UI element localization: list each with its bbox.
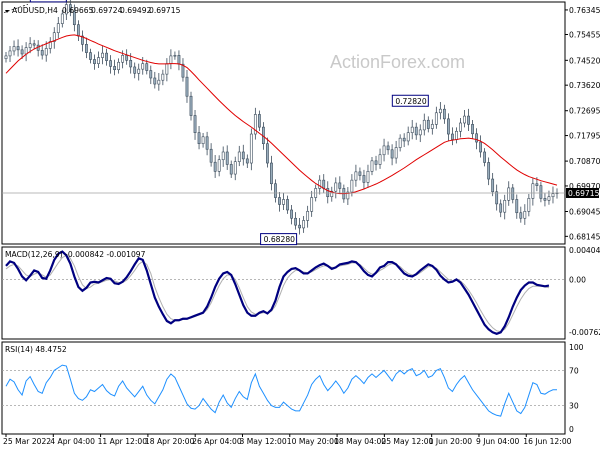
x-tick-label: 1 Jun 20:00 bbox=[429, 437, 473, 446]
price-y-tick-label: 0.73620 bbox=[569, 81, 600, 90]
rsi-y-tick-label: 70 bbox=[569, 366, 579, 375]
rsi-y-axis: 100 70 30 0 bbox=[569, 343, 584, 434]
macd-y-axis: 0.004042 0.00 -0.007624 bbox=[569, 246, 600, 337]
macd-y-tick-label: -0.007624 bbox=[569, 328, 600, 337]
rsi-y-tick-label: 100 bbox=[569, 343, 584, 352]
rsi-title: RSI(14) 48.4752 bbox=[5, 345, 67, 354]
x-tick-label: 10 May 20:00 bbox=[287, 437, 339, 446]
x-tick-label: 18 May 04:00 bbox=[334, 437, 386, 446]
price-y-tick-label: 0.68145 bbox=[569, 232, 600, 241]
time-x-axis: 25 Mar 2022 4 Apr 04:00 11 Apr 12:0018 Apr… bbox=[3, 434, 572, 446]
price-annotation: 0.76600 bbox=[29, 0, 67, 3]
macd-panel bbox=[1, 246, 566, 340]
rsi-y-tick-label: 0 bbox=[569, 425, 574, 434]
price-annotation: 0.72820 bbox=[391, 94, 429, 107]
x-tick-label: 11 Apr 12:00 bbox=[98, 437, 148, 446]
price-annotation-label: 0.76600 bbox=[33, 0, 65, 1]
price-annotation: 0.68280 bbox=[260, 233, 298, 246]
x-tick-label: 4 Apr 04:00 bbox=[50, 437, 95, 446]
x-tick-label: 18 Apr 20:00 bbox=[145, 437, 195, 446]
price-y-tick-label: 0.74520 bbox=[569, 56, 600, 65]
ohlc-value: 0.69724 bbox=[91, 6, 123, 15]
price-title: AUDUSD,H4 bbox=[12, 6, 58, 15]
price-y-tick-label: 0.72695 bbox=[569, 107, 600, 116]
price-y-tick-label: 0.76345 bbox=[569, 6, 600, 15]
macd-title: MACD(12,26,9) -0.000842 -0.001097 bbox=[5, 250, 146, 259]
chart-canvas: ActionForex.com 0.763450.754550.745200.7… bbox=[1, 0, 600, 446]
x-tick-label: 25 May 12:00 bbox=[381, 437, 433, 446]
price-watermark: ActionForex.com bbox=[330, 52, 465, 72]
x-tick-label: 9 Jun 04:00 bbox=[476, 437, 520, 446]
rsi-panel bbox=[1, 341, 566, 435]
ohlc-header: 0.696650.697240.694920.69715 bbox=[62, 6, 181, 15]
current-price-label: 0.69715 bbox=[568, 189, 600, 198]
x-tick-label: 26 Apr 04:00 bbox=[192, 437, 242, 446]
x-tick-label: 16 Jun 12:00 bbox=[523, 437, 571, 446]
ohlc-value: 0.69715 bbox=[149, 6, 181, 15]
price-y-axis: 0.76345 0.75455 0.74520 0.73620 0.72695 0.717… bbox=[565, 6, 600, 241]
price-y-tick-label: 0.70870 bbox=[569, 157, 600, 166]
price-y-tick-label: 0.69045 bbox=[569, 207, 600, 216]
x-tick-label: 3 May 12:00 bbox=[239, 437, 286, 446]
price-annotation-label: 0.68280 bbox=[264, 235, 296, 244]
ohlc-value: 0.69492 bbox=[120, 6, 152, 15]
price-annotation-label: 0.72820 bbox=[395, 97, 427, 106]
price-y-tick-label: 0.71795 bbox=[569, 132, 600, 141]
x-tick-label: 25 Mar 2022 bbox=[3, 437, 51, 446]
macd-y-tick-label: 0.004042 bbox=[569, 246, 600, 255]
rsi-y-tick-label: 30 bbox=[569, 402, 579, 411]
price-y-tick-label: 0.75455 bbox=[569, 31, 600, 40]
current-price-tag: 0.69715 bbox=[566, 187, 600, 198]
ohlc-value: 0.69665 bbox=[62, 6, 94, 15]
macd-y-tick-label: 0.00 bbox=[569, 275, 586, 284]
